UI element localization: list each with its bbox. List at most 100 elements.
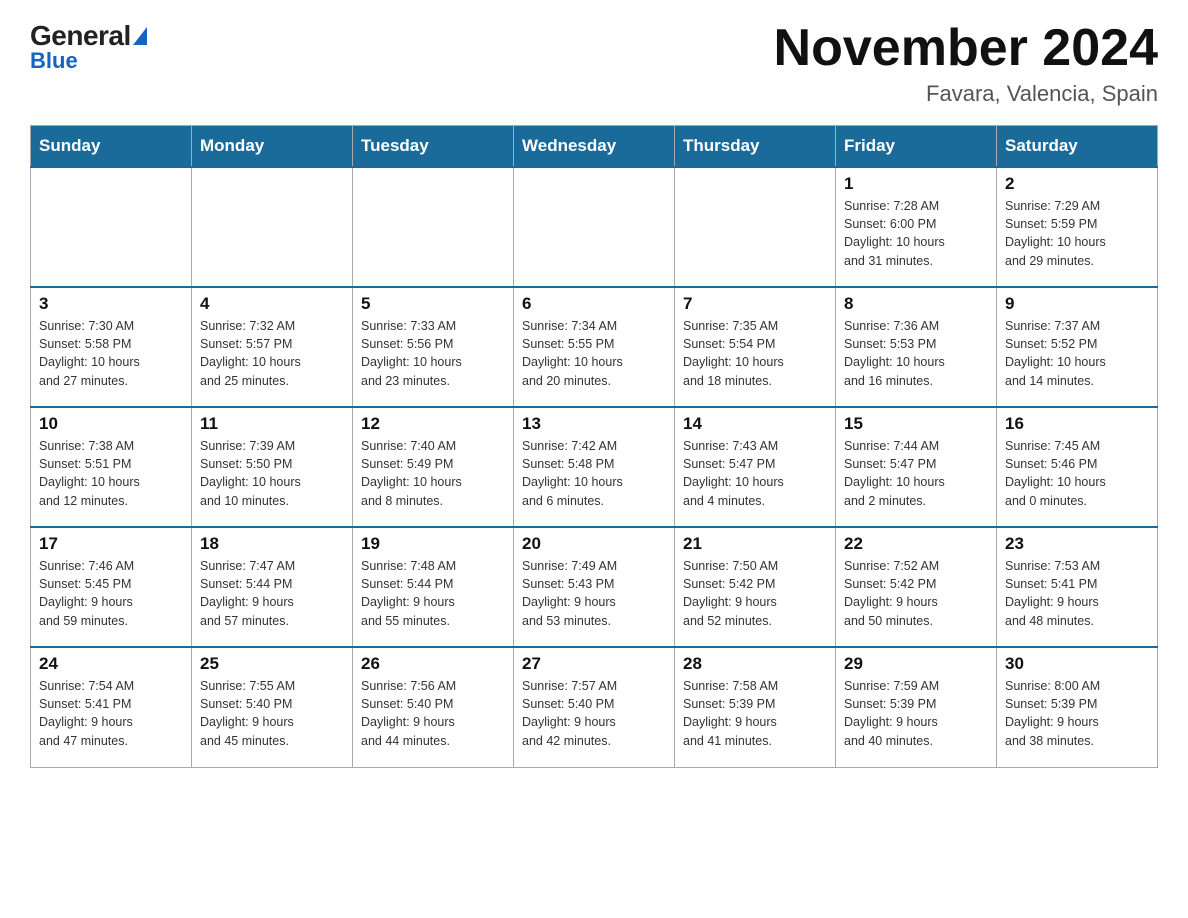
logo-arrow-icon xyxy=(133,27,147,45)
calendar-cell: 24 Sunrise: 7:54 AM Sunset: 5:41 PM Dayli… xyxy=(31,647,192,767)
calendar-cell: 16 Sunrise: 7:45 AM Sunset: 5:46 PM Dayli… xyxy=(997,407,1158,527)
calendar-cell: 19Sunrise: 7:48 AM Sunset: 5:44 PM Dayli… xyxy=(353,527,514,647)
calendar-cell: 13 Sunrise: 7:42 AM Sunset: 5:48 PM Dayli… xyxy=(514,407,675,527)
day-info: Sunrise: 7:55 AM Sunset: 5:40 PM Dayligh… xyxy=(200,677,344,750)
calendar-cell xyxy=(192,167,353,287)
calendar-cell: 15 Sunrise: 7:44 AM Sunset: 5:47 PM Dayli… xyxy=(836,407,997,527)
calendar-cell: 20 Sunrise: 7:49 AM Sunset: 5:43 PM Dayli… xyxy=(514,527,675,647)
calendar-cell: 22 Sunrise: 7:52 AM Sunset: 5:42 PM Dayli… xyxy=(836,527,997,647)
day-number: 23 xyxy=(1005,534,1149,554)
day-info: Sunrise: 7:52 AM Sunset: 5:42 PM Dayligh… xyxy=(844,557,988,630)
day-header-wednesday: Wednesday xyxy=(514,126,675,168)
day-info: Sunrise: 7:32 AM Sunset: 5:57 PM Dayligh… xyxy=(200,317,344,390)
calendar-cell: 2 Sunrise: 7:29 AM Sunset: 5:59 PM Daylig… xyxy=(997,167,1158,287)
calendar-cell: 25 Sunrise: 7:55 AM Sunset: 5:40 PM Dayli… xyxy=(192,647,353,767)
day-info: Sunrise: 7:53 AM Sunset: 5:41 PM Dayligh… xyxy=(1005,557,1149,630)
day-number: 27 xyxy=(522,654,666,674)
logo-blue: Blue xyxy=(30,48,78,74)
calendar-cell: 4 Sunrise: 7:32 AM Sunset: 5:57 PM Daylig… xyxy=(192,287,353,407)
day-info: Sunrise: 7:46 AM Sunset: 5:45 PM Dayligh… xyxy=(39,557,183,630)
day-info: Sunrise: 7:28 AM Sunset: 6:00 PM Dayligh… xyxy=(844,197,988,270)
day-info: Sunrise: 7:50 AM Sunset: 5:42 PM Dayligh… xyxy=(683,557,827,630)
day-info: Sunrise: 7:33 AM Sunset: 5:56 PM Dayligh… xyxy=(361,317,505,390)
day-info: Sunrise: 7:47 AM Sunset: 5:44 PM Dayligh… xyxy=(200,557,344,630)
calendar-cell: 11Sunrise: 7:39 AM Sunset: 5:50 PM Dayli… xyxy=(192,407,353,527)
day-number: 15 xyxy=(844,414,988,434)
calendar-cell: 5 Sunrise: 7:33 AM Sunset: 5:56 PM Daylig… xyxy=(353,287,514,407)
day-info: Sunrise: 7:29 AM Sunset: 5:59 PM Dayligh… xyxy=(1005,197,1149,270)
day-header-saturday: Saturday xyxy=(997,126,1158,168)
day-info: Sunrise: 7:44 AM Sunset: 5:47 PM Dayligh… xyxy=(844,437,988,510)
calendar-cell xyxy=(675,167,836,287)
calendar-subtitle: Favara, Valencia, Spain xyxy=(774,81,1158,107)
day-info: Sunrise: 8:00 AM Sunset: 5:39 PM Dayligh… xyxy=(1005,677,1149,750)
day-number: 17 xyxy=(39,534,183,554)
day-info: Sunrise: 7:34 AM Sunset: 5:55 PM Dayligh… xyxy=(522,317,666,390)
day-number: 3 xyxy=(39,294,183,314)
day-number: 5 xyxy=(361,294,505,314)
day-number: 25 xyxy=(200,654,344,674)
day-number: 22 xyxy=(844,534,988,554)
calendar-cell: 14 Sunrise: 7:43 AM Sunset: 5:47 PM Dayli… xyxy=(675,407,836,527)
week-row-2: 3 Sunrise: 7:30 AM Sunset: 5:58 PM Daylig… xyxy=(31,287,1158,407)
day-info: Sunrise: 7:59 AM Sunset: 5:39 PM Dayligh… xyxy=(844,677,988,750)
calendar-cell: 26Sunrise: 7:56 AM Sunset: 5:40 PM Dayli… xyxy=(353,647,514,767)
day-info: Sunrise: 7:56 AM Sunset: 5:40 PM Dayligh… xyxy=(361,677,505,750)
calendar-header-row: SundayMondayTuesdayWednesdayThursdayFrid… xyxy=(31,126,1158,168)
day-number: 28 xyxy=(683,654,827,674)
day-number: 14 xyxy=(683,414,827,434)
calendar-cell: 23 Sunrise: 7:53 AM Sunset: 5:41 PM Dayli… xyxy=(997,527,1158,647)
day-info: Sunrise: 7:40 AM Sunset: 5:49 PM Dayligh… xyxy=(361,437,505,510)
day-header-monday: Monday xyxy=(192,126,353,168)
day-number: 30 xyxy=(1005,654,1149,674)
day-number: 6 xyxy=(522,294,666,314)
calendar-cell: 7Sunrise: 7:35 AM Sunset: 5:54 PM Daylig… xyxy=(675,287,836,407)
day-info: Sunrise: 7:30 AM Sunset: 5:58 PM Dayligh… xyxy=(39,317,183,390)
calendar-cell: 17 Sunrise: 7:46 AM Sunset: 5:45 PM Dayli… xyxy=(31,527,192,647)
day-info: Sunrise: 7:36 AM Sunset: 5:53 PM Dayligh… xyxy=(844,317,988,390)
day-info: Sunrise: 7:39 AM Sunset: 5:50 PM Dayligh… xyxy=(200,437,344,510)
day-number: 24 xyxy=(39,654,183,674)
day-info: Sunrise: 7:58 AM Sunset: 5:39 PM Dayligh… xyxy=(683,677,827,750)
week-row-3: 10Sunrise: 7:38 AM Sunset: 5:51 PM Dayli… xyxy=(31,407,1158,527)
calendar-cell xyxy=(353,167,514,287)
calendar-cell: 10Sunrise: 7:38 AM Sunset: 5:51 PM Dayli… xyxy=(31,407,192,527)
week-row-5: 24 Sunrise: 7:54 AM Sunset: 5:41 PM Dayli… xyxy=(31,647,1158,767)
day-number: 10 xyxy=(39,414,183,434)
day-info: Sunrise: 7:57 AM Sunset: 5:40 PM Dayligh… xyxy=(522,677,666,750)
day-info: Sunrise: 7:42 AM Sunset: 5:48 PM Dayligh… xyxy=(522,437,666,510)
day-info: Sunrise: 7:43 AM Sunset: 5:47 PM Dayligh… xyxy=(683,437,827,510)
calendar-cell: 27 Sunrise: 7:57 AM Sunset: 5:40 PM Dayli… xyxy=(514,647,675,767)
title-block: November 2024 Favara, Valencia, Spain xyxy=(774,20,1158,107)
calendar-cell: 30 Sunrise: 8:00 AM Sunset: 5:39 PM Dayli… xyxy=(997,647,1158,767)
calendar-cell: 3 Sunrise: 7:30 AM Sunset: 5:58 PM Daylig… xyxy=(31,287,192,407)
day-number: 16 xyxy=(1005,414,1149,434)
day-header-sunday: Sunday xyxy=(31,126,192,168)
page-header: General Blue November 2024 Favara, Valen… xyxy=(30,20,1158,107)
calendar-cell: 6 Sunrise: 7:34 AM Sunset: 5:55 PM Daylig… xyxy=(514,287,675,407)
day-number: 2 xyxy=(1005,174,1149,194)
calendar-cell xyxy=(31,167,192,287)
day-number: 13 xyxy=(522,414,666,434)
calendar-cell: 29 Sunrise: 7:59 AM Sunset: 5:39 PM Dayli… xyxy=(836,647,997,767)
calendar-cell: 28 Sunrise: 7:58 AM Sunset: 5:39 PM Dayli… xyxy=(675,647,836,767)
day-number: 4 xyxy=(200,294,344,314)
day-number: 20 xyxy=(522,534,666,554)
day-number: 21 xyxy=(683,534,827,554)
calendar-cell: 21 Sunrise: 7:50 AM Sunset: 5:42 PM Dayli… xyxy=(675,527,836,647)
day-info: Sunrise: 7:45 AM Sunset: 5:46 PM Dayligh… xyxy=(1005,437,1149,510)
day-header-tuesday: Tuesday xyxy=(353,126,514,168)
day-info: Sunrise: 7:49 AM Sunset: 5:43 PM Dayligh… xyxy=(522,557,666,630)
day-number: 12 xyxy=(361,414,505,434)
calendar-title: November 2024 xyxy=(774,20,1158,77)
day-number: 19 xyxy=(361,534,505,554)
day-number: 29 xyxy=(844,654,988,674)
day-number: 9 xyxy=(1005,294,1149,314)
day-header-friday: Friday xyxy=(836,126,997,168)
calendar-cell: 9Sunrise: 7:37 AM Sunset: 5:52 PM Daylig… xyxy=(997,287,1158,407)
week-row-4: 17 Sunrise: 7:46 AM Sunset: 5:45 PM Dayli… xyxy=(31,527,1158,647)
day-number: 1 xyxy=(844,174,988,194)
day-info: Sunrise: 7:54 AM Sunset: 5:41 PM Dayligh… xyxy=(39,677,183,750)
day-number: 18 xyxy=(200,534,344,554)
day-info: Sunrise: 7:35 AM Sunset: 5:54 PM Dayligh… xyxy=(683,317,827,390)
